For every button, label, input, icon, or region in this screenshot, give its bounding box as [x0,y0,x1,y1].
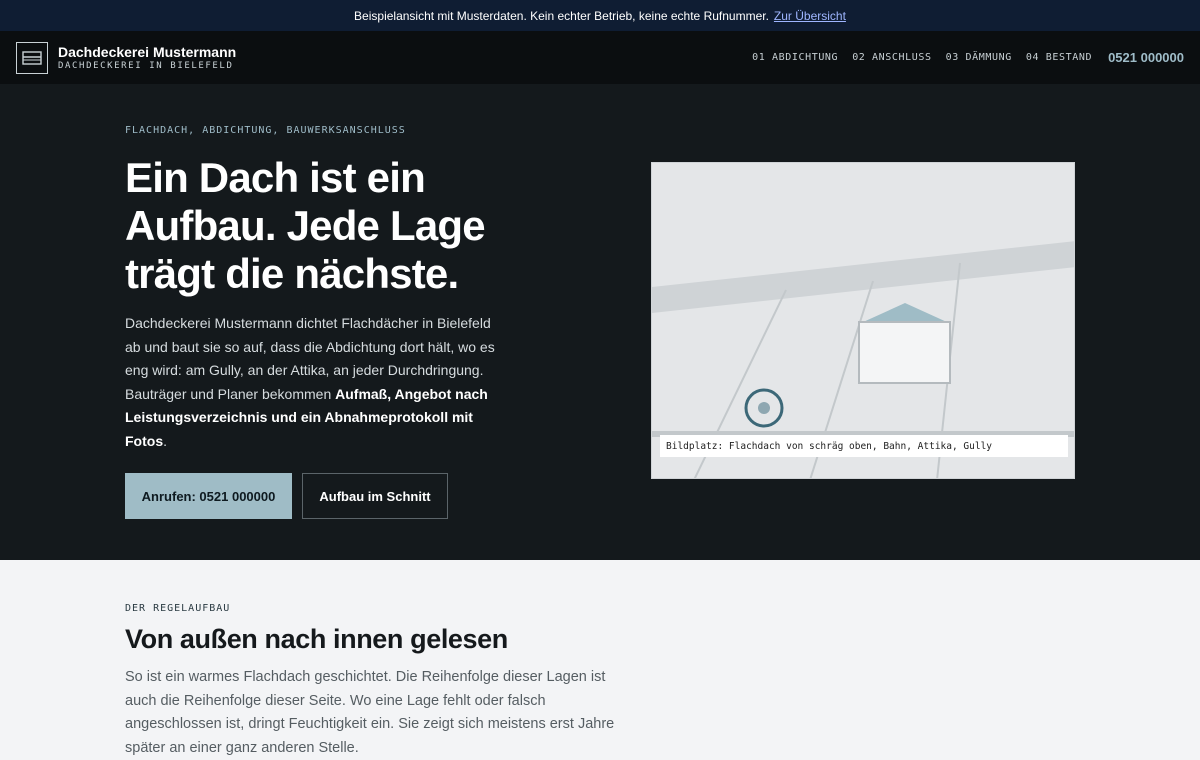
main-nav: 01 ABDICHTUNG 02 ANSCHLUSS 03 DÄMMUNG 04… [752,50,1184,65]
hero-description-end: . [163,432,167,449]
nav-bestand[interactable]: 04 BESTAND [1026,52,1092,63]
hero-eyebrow: FLACHDACH, ABDICHTUNG, BAUWERKSANSCHLUSS [125,125,406,136]
roof-illustration [652,163,1074,478]
hero-description: Dachdeckerei Mustermann dichtet Flachdäc… [125,312,505,453]
nav-daemmung[interactable]: 03 DÄMMUNG [946,52,1012,63]
section-view-button[interactable]: Aufbau im Schnitt [302,473,448,519]
demo-notice-text: Beispielansicht mit Musterdaten. Kein ec… [354,8,769,23]
hero-section: FLACHDACH, ABDICHTUNG, BAUWERKSANSCHLUSS… [0,84,1200,560]
header-phone-link[interactable]: 0521 000000 [1108,50,1184,65]
brand[interactable]: Dachdeckerei Mustermann DACHDECKEREI IN … [58,44,236,71]
nav-abdichtung[interactable]: 01 ABDICHTUNG [752,52,838,63]
brand-name: Dachdeckerei Mustermann [58,44,237,60]
roof-layers-icon[interactable] [16,41,48,74]
brand-subtitle: DACHDECKEREI IN BIELEFELD [58,61,234,71]
section-text: So ist ein warmes Flachdach geschichtet.… [125,669,615,756]
image-caption: Bildplatz: Flachdach von schräg oben, Ba… [660,435,1068,457]
section-title: Von außen nach innen gelesen [125,624,508,654]
demo-notice-bar: Beispielansicht mit Musterdaten. Kein ec… [0,0,1200,31]
call-button[interactable]: Anrufen: 0521 000000 [125,473,292,519]
site-header: Dachdeckerei Mustermann DACHDECKEREI IN … [0,31,1200,84]
hero-title: Ein Dach ist ein Aufbau. Jede Lage trägt… [125,154,486,297]
section-eyebrow: DER REGELAUFBAU [125,603,231,614]
hero-image-placeholder: Bildplatz: Flachdach von schräg oben, Ba… [651,162,1075,479]
nav-anschluss[interactable]: 02 ANSCHLUSS [852,52,931,63]
layer-intro-section: DER REGELAUFBAU Von außen nach innen gel… [0,560,1200,756]
overview-link[interactable]: Zur Übersicht [774,9,846,23]
